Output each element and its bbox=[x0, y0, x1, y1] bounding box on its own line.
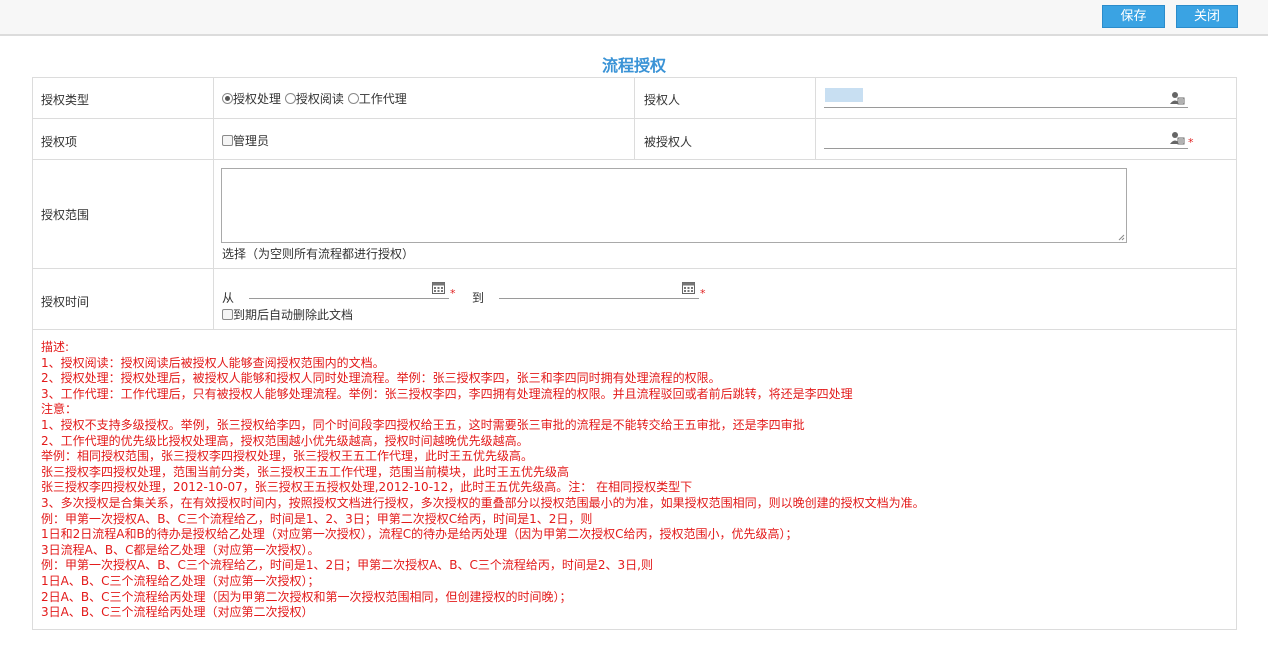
user-select-icon[interactable] bbox=[1169, 91, 1185, 105]
description-line: 1日和2日流程A和B的待办是授权给乙处理（对应第一次授权），流程C的待办是给丙处… bbox=[41, 527, 798, 542]
description-line: 张三授权李四授权处理，范围当前分类，张三授权王五工作代理，范围当前模块，此时王五… bbox=[41, 464, 570, 479]
grantor-label: 授权人 bbox=[644, 93, 681, 107]
admin-checkbox-group: 管理员 bbox=[222, 132, 269, 149]
row-auth-time: 授权时间 从 * 到 * 到期后自动删除此文档 bbox=[33, 269, 1236, 330]
row-auth-scope: 授权范围 选择（为空则所有流程都进行授权） bbox=[33, 160, 1236, 269]
description-line: 2、工作代理的优先级比授权处理高，授权范围越小优先级越高，授权时间越晚优先级越高… bbox=[41, 433, 529, 448]
row-auth-type: 授权类型 授权处理 授权阅读 工作代理 授权人 bbox=[33, 78, 1236, 119]
end-date-input[interactable] bbox=[499, 281, 699, 299]
to-label: 到 bbox=[472, 291, 485, 305]
calendar-icon[interactable] bbox=[432, 281, 445, 294]
description-line: 3日流程A、B、C都是给乙处理（对应第一次授权）。 bbox=[41, 542, 320, 557]
divider bbox=[815, 119, 816, 159]
radio-auth-read-label: 授权阅读 bbox=[295, 92, 344, 106]
close-button[interactable]: 关闭 bbox=[1176, 5, 1238, 28]
auth-item-label: 授权项 bbox=[41, 135, 78, 149]
divider bbox=[213, 269, 214, 329]
admin-checkbox-label: 管理员 bbox=[233, 134, 270, 148]
auth-scope-textarea[interactable] bbox=[221, 168, 1127, 243]
divider bbox=[634, 119, 635, 159]
radio-auth-handle-label: 授权处理 bbox=[233, 92, 282, 106]
required-marker: * bbox=[700, 287, 706, 300]
radio-work-agent[interactable] bbox=[347, 93, 359, 104]
description-line: 注意： bbox=[41, 402, 78, 417]
description-line: 2日A、B、C三个流程给丙处理（因为甲第二次授权和第一次授权范围相同，但创建授权… bbox=[41, 589, 572, 604]
description-block: 描述: 1、授权阅读：授权阅读后被授权人能够查阅授权范围内的文档。 2、授权处理… bbox=[33, 330, 1236, 629]
page-title: 流程授权 bbox=[601, 56, 666, 75]
description-line: 例：甲第一次授权A、B、C三个流程给乙，时间是1、2日；甲第二次授权A、B、C三… bbox=[41, 558, 653, 573]
toolbar: 保存 关闭 bbox=[0, 0, 1268, 36]
user-select-icon[interactable] bbox=[1169, 131, 1185, 145]
required-marker: * bbox=[450, 287, 456, 300]
description-line: 描述: bbox=[41, 340, 70, 354]
grantee-input[interactable] bbox=[824, 131, 1188, 149]
divider bbox=[634, 78, 635, 118]
admin-checkbox[interactable] bbox=[222, 135, 233, 146]
auth-form: 授权类型 授权处理 授权阅读 工作代理 授权人 授权项 管理员 被授权人 * 授… bbox=[32, 77, 1237, 630]
description-line: 2、授权处理：授权处理后，被授权人能够和授权人同时处理流程。举例：张三授权李四，… bbox=[41, 371, 721, 386]
divider bbox=[213, 160, 214, 268]
auto-delete-checkbox[interactable] bbox=[222, 309, 233, 320]
grantor-input[interactable] bbox=[824, 90, 1188, 108]
radio-auth-handle[interactable] bbox=[222, 93, 233, 104]
radio-auth-read[interactable] bbox=[284, 93, 296, 104]
description-line: 3、工作代理：工作代理后，只有被授权人能够处理流程。举例：张三授权李四，李四拥有… bbox=[41, 386, 853, 401]
divider bbox=[213, 78, 214, 118]
resize-grip-icon[interactable] bbox=[1118, 234, 1125, 241]
description-line: 3日A、B、C三个流程给丙处理（对应第二次授权） bbox=[41, 605, 314, 620]
divider bbox=[213, 119, 214, 159]
auto-delete-group: 到期后自动删除此文档 bbox=[222, 306, 353, 323]
divider bbox=[815, 78, 816, 118]
description-line: 举例：相同授权范围，张三授权李四授权处理，张三授权王五工作代理，此时王五优先级高… bbox=[41, 449, 534, 464]
grantee-label: 被授权人 bbox=[644, 135, 693, 149]
start-date-input[interactable] bbox=[249, 281, 449, 299]
description-line: 3、多次授权是合集关系，在有效授权时间内，按照授权文档进行授权，多次授权的重叠部… bbox=[41, 495, 925, 510]
description-line: 1、授权不支持多级授权。举例，张三授权给李四，同个时间段李四授权给王五，这时需要… bbox=[41, 417, 805, 432]
save-button[interactable]: 保存 bbox=[1102, 5, 1165, 28]
radio-work-agent-label: 工作代理 bbox=[358, 92, 407, 106]
auto-delete-label: 到期后自动删除此文档 bbox=[233, 308, 354, 322]
description-line: 1日A、B、C三个流程给乙处理（对应第一次授权）； bbox=[41, 573, 320, 588]
calendar-icon[interactable] bbox=[682, 281, 695, 294]
description-line: 1、授权阅读：授权阅读后被授权人能够查阅授权范围内的文档。 bbox=[41, 355, 385, 370]
required-marker: * bbox=[1188, 136, 1194, 149]
description-line: 张三授权李四授权处理，2012-10-07，张三授权王五授权处理,2012-10… bbox=[41, 480, 693, 495]
from-label: 从 bbox=[222, 291, 235, 305]
auth-type-radio-group: 授权处理 授权阅读 工作代理 bbox=[222, 90, 407, 107]
auth-scope-hint[interactable]: 选择（为空则所有流程都进行授权） bbox=[222, 245, 414, 262]
auth-scope-label: 授权范围 bbox=[41, 208, 90, 222]
auth-time-label: 授权时间 bbox=[41, 295, 90, 309]
row-auth-item: 授权项 管理员 被授权人 * bbox=[33, 119, 1236, 160]
auth-type-label: 授权类型 bbox=[41, 93, 90, 107]
description-line: 例：甲第一次授权A、B、C三个流程给乙，时间是1、2、3日；甲第二次授权C给丙，… bbox=[41, 511, 593, 526]
